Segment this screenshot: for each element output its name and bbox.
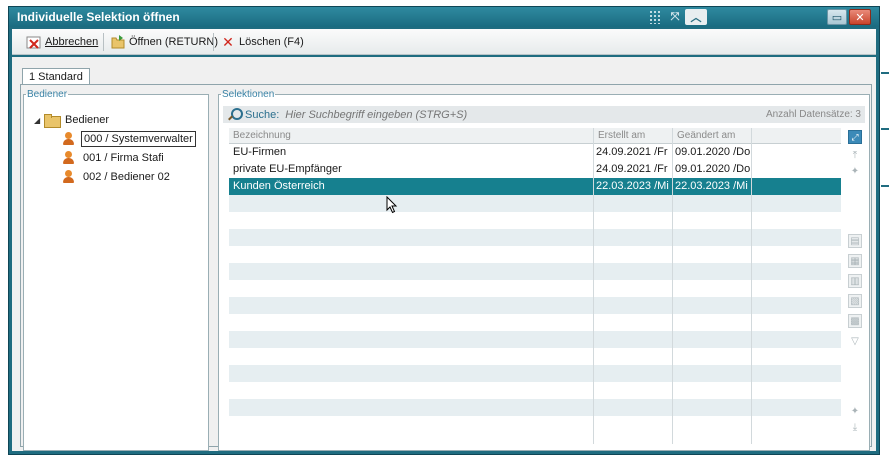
tree-root-label: Bediener (65, 114, 110, 126)
tree-item-label: 000 / Systemverwalter (81, 131, 196, 147)
move-down-icon[interactable]: ✦ (848, 404, 862, 418)
tree-item-user[interactable]: 001 / Firma Stafi (62, 150, 166, 166)
empty-row (229, 297, 841, 314)
filter-icon[interactable]: ▽ (848, 334, 862, 348)
empty-row (229, 331, 841, 348)
tab-strip: 1 Standard (22, 68, 90, 85)
table-row[interactable]: private EU-Empfänger 24.09.2021 /Fr 09.0… (229, 161, 841, 178)
grip-icon[interactable] (649, 10, 661, 24)
mouse-cursor-icon (386, 196, 398, 214)
folder-open-icon (44, 114, 61, 128)
empty-row (229, 212, 841, 229)
empty-row (229, 416, 841, 433)
print-icon[interactable]: ▤ (848, 234, 862, 248)
cell-geaendert: 09.01.2020 /Do (675, 146, 751, 158)
user-icon (62, 132, 76, 146)
cell-bezeichnung: EU-Firmen (233, 146, 287, 158)
cancel-icon (26, 34, 42, 50)
background-edge (881, 0, 889, 459)
selektionen-group: Selektionen Suche: Anzahl Datensätze: 3 … (218, 89, 870, 451)
open-icon (110, 34, 126, 50)
open-label: Öffnen (RETURN) (129, 36, 219, 48)
table-row-selected[interactable]: Kunden Österreich 22.03.2023 /Mi 22.03.2… (229, 178, 841, 195)
copy-icon[interactable]: ▥ (848, 274, 862, 288)
window-title: Individuelle Selektion öffnen (17, 10, 180, 24)
dialog-window: Individuelle Selektion öffnen ⤧ ︿ ▭ ✕ Ab… (8, 6, 880, 455)
column-divider (751, 128, 752, 444)
toolbar-divider (103, 33, 104, 51)
side-toolbar: ⤢ ⤒ ✦ ▤ ▦ ▥ ▧ ▩ ▽ ✦ ⤓ (846, 128, 866, 444)
close-button[interactable]: ✕ (849, 9, 871, 25)
excel-icon[interactable]: ▧ (848, 294, 862, 308)
search-input[interactable] (285, 108, 586, 121)
tree-item-label: 002 / Bediener 02 (83, 171, 170, 183)
table-header: Bezeichnung Erstellt am Geändert am (229, 128, 841, 144)
empty-row (229, 280, 841, 297)
empty-row (229, 365, 841, 382)
empty-row (229, 382, 841, 399)
cell-erstellt: 24.09.2021 /Fr (596, 146, 668, 158)
move-up-icon[interactable]: ✦ (848, 164, 862, 178)
bediener-group: Bediener ◢ Bediener 000 / Systemverwalte… (23, 89, 209, 451)
column-divider (672, 128, 673, 444)
cell-erstellt: 24.09.2021 /Fr (596, 163, 668, 175)
edge-mark (881, 185, 889, 187)
tree-item-label: 001 / Firma Stafi (83, 152, 164, 164)
tab-panel: Bediener ◢ Bediener 000 / Systemverwalte… (20, 84, 872, 451)
search-label: Suche: (245, 108, 280, 121)
move-top-icon[interactable]: ⤒ (848, 148, 862, 162)
cell-erstellt: 22.03.2023 /Mi (596, 180, 669, 192)
cell-geaendert: 09.01.2020 /Do (675, 163, 751, 175)
restore-button[interactable]: ▭ (827, 9, 847, 25)
export-icon[interactable]: ▦ (848, 254, 862, 268)
column-divider (593, 128, 594, 444)
delete-label: Löschen (F4) (239, 36, 304, 48)
user-icon (62, 151, 76, 165)
toolbar: Abbrechen Öffnen (RETURN) ✕ Löschen (F4) (12, 29, 876, 55)
tree-expand-icon[interactable]: ◢ (34, 116, 44, 125)
tree-root-bediener[interactable]: ◢ Bediener (34, 112, 109, 128)
title-bar[interactable]: Individuelle Selektion öffnen ⤧ ︿ ▭ ✕ (9, 7, 879, 27)
selektionen-table: Bezeichnung Erstellt am Geändert am EU-F… (229, 128, 841, 444)
search-icon (227, 107, 243, 122)
empty-row (229, 246, 841, 263)
selektionen-legend: Selektionen (222, 89, 275, 100)
column-header-erstellt[interactable]: Erstellt am (598, 130, 645, 141)
delete-button[interactable]: ✕ Löschen (F4) (220, 34, 304, 50)
tree-item-user[interactable]: 000 / Systemverwalter (62, 131, 196, 147)
cancel-button[interactable]: Abbrechen (26, 34, 98, 50)
column-header-geaendert[interactable]: Geändert am (677, 130, 735, 141)
table-row[interactable]: EU-Firmen 24.09.2021 /Fr 09.01.2020 /Do (229, 144, 841, 161)
empty-row (229, 348, 841, 365)
edge-mark (881, 72, 889, 74)
chevron-up-icon[interactable]: ︿ (685, 9, 707, 25)
cell-bezeichnung: private EU-Empfänger (233, 163, 342, 175)
bediener-tree: ◢ Bediener 000 / Systemverwalter 001 / F… (24, 106, 208, 450)
empty-row (229, 399, 841, 416)
cell-bezeichnung: Kunden Österreich (233, 180, 325, 192)
empty-row (229, 195, 841, 212)
delete-x-icon: ✕ (222, 33, 234, 50)
edge-mark (881, 128, 889, 130)
search-bar: Suche: Anzahl Datensätze: 3 (223, 106, 865, 123)
move-bottom-icon[interactable]: ⤓ (848, 420, 862, 434)
empty-row (229, 314, 841, 331)
open-button[interactable]: Öffnen (RETURN) (110, 34, 218, 50)
empty-row (229, 263, 841, 280)
expand-icon[interactable]: ⤧ (665, 9, 685, 25)
cancel-label: Abbrechen (45, 36, 99, 48)
column-chooser-icon[interactable]: ⤢ (848, 130, 862, 144)
cell-geaendert: 22.03.2023 /Mi (675, 180, 748, 192)
dialog-content: 1 Standard Bediener ◢ Bediener 000 / Sys… (12, 57, 876, 451)
empty-row (229, 229, 841, 246)
record-count: Anzahl Datensätze: 3 (765, 109, 861, 120)
bediener-legend: Bediener (27, 89, 68, 100)
tab-standard[interactable]: 1 Standard (22, 68, 90, 85)
toolbar-divider (213, 33, 214, 51)
column-header-bezeichnung[interactable]: Bezeichnung (233, 130, 291, 141)
tree-item-user[interactable]: 002 / Bediener 02 (62, 169, 172, 185)
grid-icon[interactable]: ▩ (848, 314, 862, 328)
user-icon (62, 170, 76, 184)
